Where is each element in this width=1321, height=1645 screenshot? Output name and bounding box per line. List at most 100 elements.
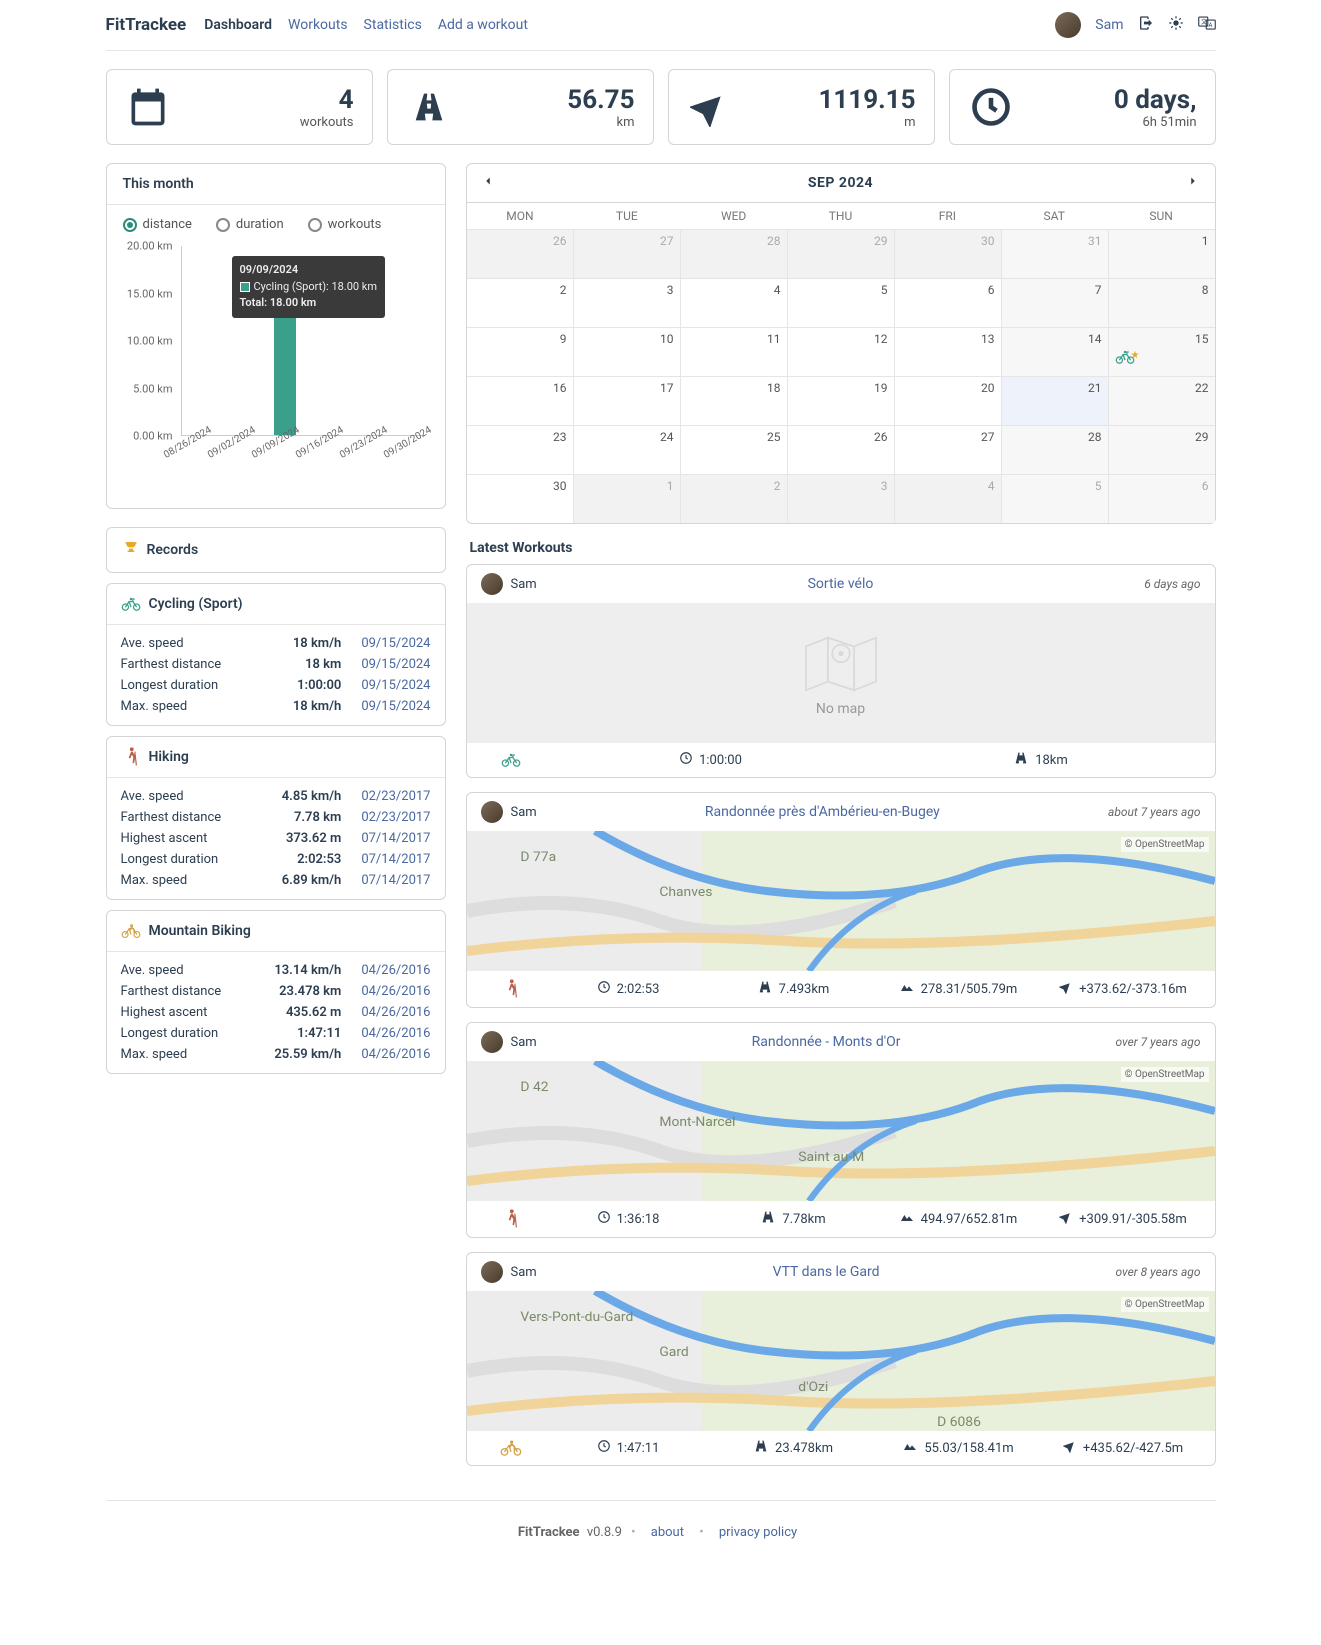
- calendar-day[interactable]: 20: [894, 377, 1001, 425]
- workout-title-link[interactable]: Sortie vélo: [537, 576, 1145, 592]
- record-date-link[interactable]: 04/26/2016: [361, 984, 430, 999]
- record-value: 373.62 m: [249, 831, 361, 846]
- workout-title-link[interactable]: Randonnée - Monts d'Or: [537, 1034, 1116, 1050]
- logout-icon[interactable]: [1138, 15, 1154, 35]
- calendar-day[interactable]: 11: [680, 328, 787, 376]
- calendar-day[interactable]: 25: [680, 426, 787, 474]
- footer-about-link[interactable]: about: [651, 1525, 684, 1540]
- calendar-day[interactable]: 17: [573, 377, 680, 425]
- calendar-day[interactable]: 27: [573, 230, 680, 278]
- theme-toggle-icon[interactable]: [1168, 15, 1184, 35]
- radio-icon: [123, 218, 137, 232]
- record-date-link[interactable]: 09/15/2024: [361, 699, 430, 714]
- osm-credit[interactable]: © OpenStreetMap: [1121, 1067, 1209, 1082]
- calendar-day[interactable]: 29: [787, 230, 894, 278]
- workout-relative-time: over 8 years ago: [1115, 1265, 1200, 1279]
- record-date-link[interactable]: 07/14/2017: [361, 831, 430, 846]
- calendar-day[interactable]: 6: [1108, 475, 1215, 523]
- calendar-next-icon[interactable]: [1186, 174, 1200, 192]
- user-avatar[interactable]: [1055, 12, 1081, 38]
- calendar-day[interactable]: 4: [680, 279, 787, 327]
- record-value: 2:02:53: [249, 852, 361, 867]
- filter-workouts[interactable]: workouts: [308, 217, 382, 232]
- workout-user-name[interactable]: Sam: [511, 805, 537, 820]
- workout-user-name[interactable]: Sam: [511, 1035, 537, 1050]
- calendar-day[interactable]: 12: [787, 328, 894, 376]
- calendar-day[interactable]: 27: [894, 426, 1001, 474]
- osm-credit[interactable]: © OpenStreetMap: [1121, 837, 1209, 852]
- record-date-link[interactable]: 02/23/2017: [361, 810, 430, 825]
- calendar-day[interactable]: 7: [1001, 279, 1108, 327]
- calendar-day[interactable]: 31: [1001, 230, 1108, 278]
- calendar-day[interactable]: 30: [894, 230, 1001, 278]
- record-date-link[interactable]: 04/26/2016: [361, 1026, 430, 1041]
- calendar-day[interactable]: 13: [894, 328, 1001, 376]
- calendar-day[interactable]: 8: [1108, 279, 1215, 327]
- workout-map[interactable]: Vers-Pont-du-GardGardd'OziD 6086Collias …: [467, 1291, 1215, 1431]
- calendar-day[interactable]: 10: [573, 328, 680, 376]
- calendar-day[interactable]: 28: [680, 230, 787, 278]
- record-value: 1:00:00: [249, 678, 361, 693]
- filter-distance[interactable]: distance: [123, 217, 192, 232]
- workout-user-avatar[interactable]: [481, 573, 503, 595]
- calendar-day[interactable]: 26: [467, 230, 573, 278]
- user-menu[interactable]: Sam: [1095, 17, 1123, 33]
- calendar-day[interactable]: 2: [467, 279, 573, 327]
- calendar-day[interactable]: 22: [1108, 377, 1215, 425]
- calendar-day[interactable]: 14: [1001, 328, 1108, 376]
- calendar-day[interactable]: 5: [787, 279, 894, 327]
- filter-duration[interactable]: duration: [216, 217, 284, 232]
- record-date-link[interactable]: 09/15/2024: [361, 657, 430, 672]
- footer-privacy-link[interactable]: privacy policy: [719, 1525, 797, 1540]
- record-date-link[interactable]: 04/26/2016: [361, 1005, 430, 1020]
- workout-user-avatar[interactable]: [481, 1261, 503, 1283]
- calendar-day[interactable]: 1: [1108, 230, 1215, 278]
- calendar-day[interactable]: 29: [1108, 426, 1215, 474]
- record-date-link[interactable]: 04/26/2016: [361, 963, 430, 978]
- brand-logo[interactable]: FitTrackee: [106, 15, 187, 35]
- calendar-day[interactable]: 18: [680, 377, 787, 425]
- calendar-day[interactable]: 21: [1001, 377, 1108, 425]
- calendar-day[interactable]: 30: [467, 475, 573, 523]
- calendar-day[interactable]: 3: [573, 279, 680, 327]
- calendar-day[interactable]: 5: [1001, 475, 1108, 523]
- record-value: 7.78 km: [249, 810, 361, 825]
- calendar-day[interactable]: 23: [467, 426, 573, 474]
- calendar-day[interactable]: 1: [573, 475, 680, 523]
- calendar-day[interactable]: 2: [680, 475, 787, 523]
- record-row: Farthest distance 18 km 09/15/2024: [121, 654, 431, 675]
- record-date-link[interactable]: 02/23/2017: [361, 789, 430, 804]
- nav-link-workouts[interactable]: Workouts: [288, 17, 348, 33]
- nav-link-dashboard[interactable]: Dashboard: [204, 17, 272, 33]
- calendar-day[interactable]: 28: [1001, 426, 1108, 474]
- record-date-link[interactable]: 07/14/2017: [361, 852, 430, 867]
- workout-user-name[interactable]: Sam: [511, 577, 537, 592]
- workout-map[interactable]: D 42Mont-NarcelSaint au-M © OpenStreetMa…: [467, 1061, 1215, 1201]
- workout-user-avatar[interactable]: [481, 1031, 503, 1053]
- workout-map[interactable]: D 77aChanves © OpenStreetMap: [467, 831, 1215, 971]
- language-icon[interactable]: 文A: [1198, 15, 1216, 35]
- calendar-day[interactable]: 4: [894, 475, 1001, 523]
- calendar-day[interactable]: 16: [467, 377, 573, 425]
- osm-credit[interactable]: © OpenStreetMap: [1121, 1297, 1209, 1312]
- bike-icon: [121, 594, 141, 614]
- nav-link-statistics[interactable]: Statistics: [364, 17, 422, 33]
- calendar-workout-marker[interactable]: ★: [1115, 348, 1144, 370]
- calendar-day[interactable]: 19: [787, 377, 894, 425]
- workout-title-link[interactable]: VTT dans le Gard: [537, 1264, 1116, 1280]
- record-date-link[interactable]: 07/14/2017: [361, 873, 430, 888]
- workout-title-link[interactable]: Randonnée près d'Ambérieu-en-Bugey: [537, 804, 1108, 820]
- calendar-day[interactable]: 6: [894, 279, 1001, 327]
- calendar-day[interactable]: 3: [787, 475, 894, 523]
- calendar-prev-icon[interactable]: [481, 174, 495, 192]
- record-date-link[interactable]: 09/15/2024: [361, 678, 430, 693]
- record-date-link[interactable]: 04/26/2016: [361, 1047, 430, 1062]
- record-date-link[interactable]: 09/15/2024: [361, 636, 430, 651]
- nav-link-add-a-workout[interactable]: Add a workout: [438, 17, 528, 33]
- calendar-day[interactable]: 9: [467, 328, 573, 376]
- workout-user-name[interactable]: Sam: [511, 1265, 537, 1280]
- calendar-day[interactable]: 26: [787, 426, 894, 474]
- calendar-day[interactable]: 24: [573, 426, 680, 474]
- calendar-day[interactable]: 15 ★: [1108, 328, 1215, 376]
- workout-user-avatar[interactable]: [481, 801, 503, 823]
